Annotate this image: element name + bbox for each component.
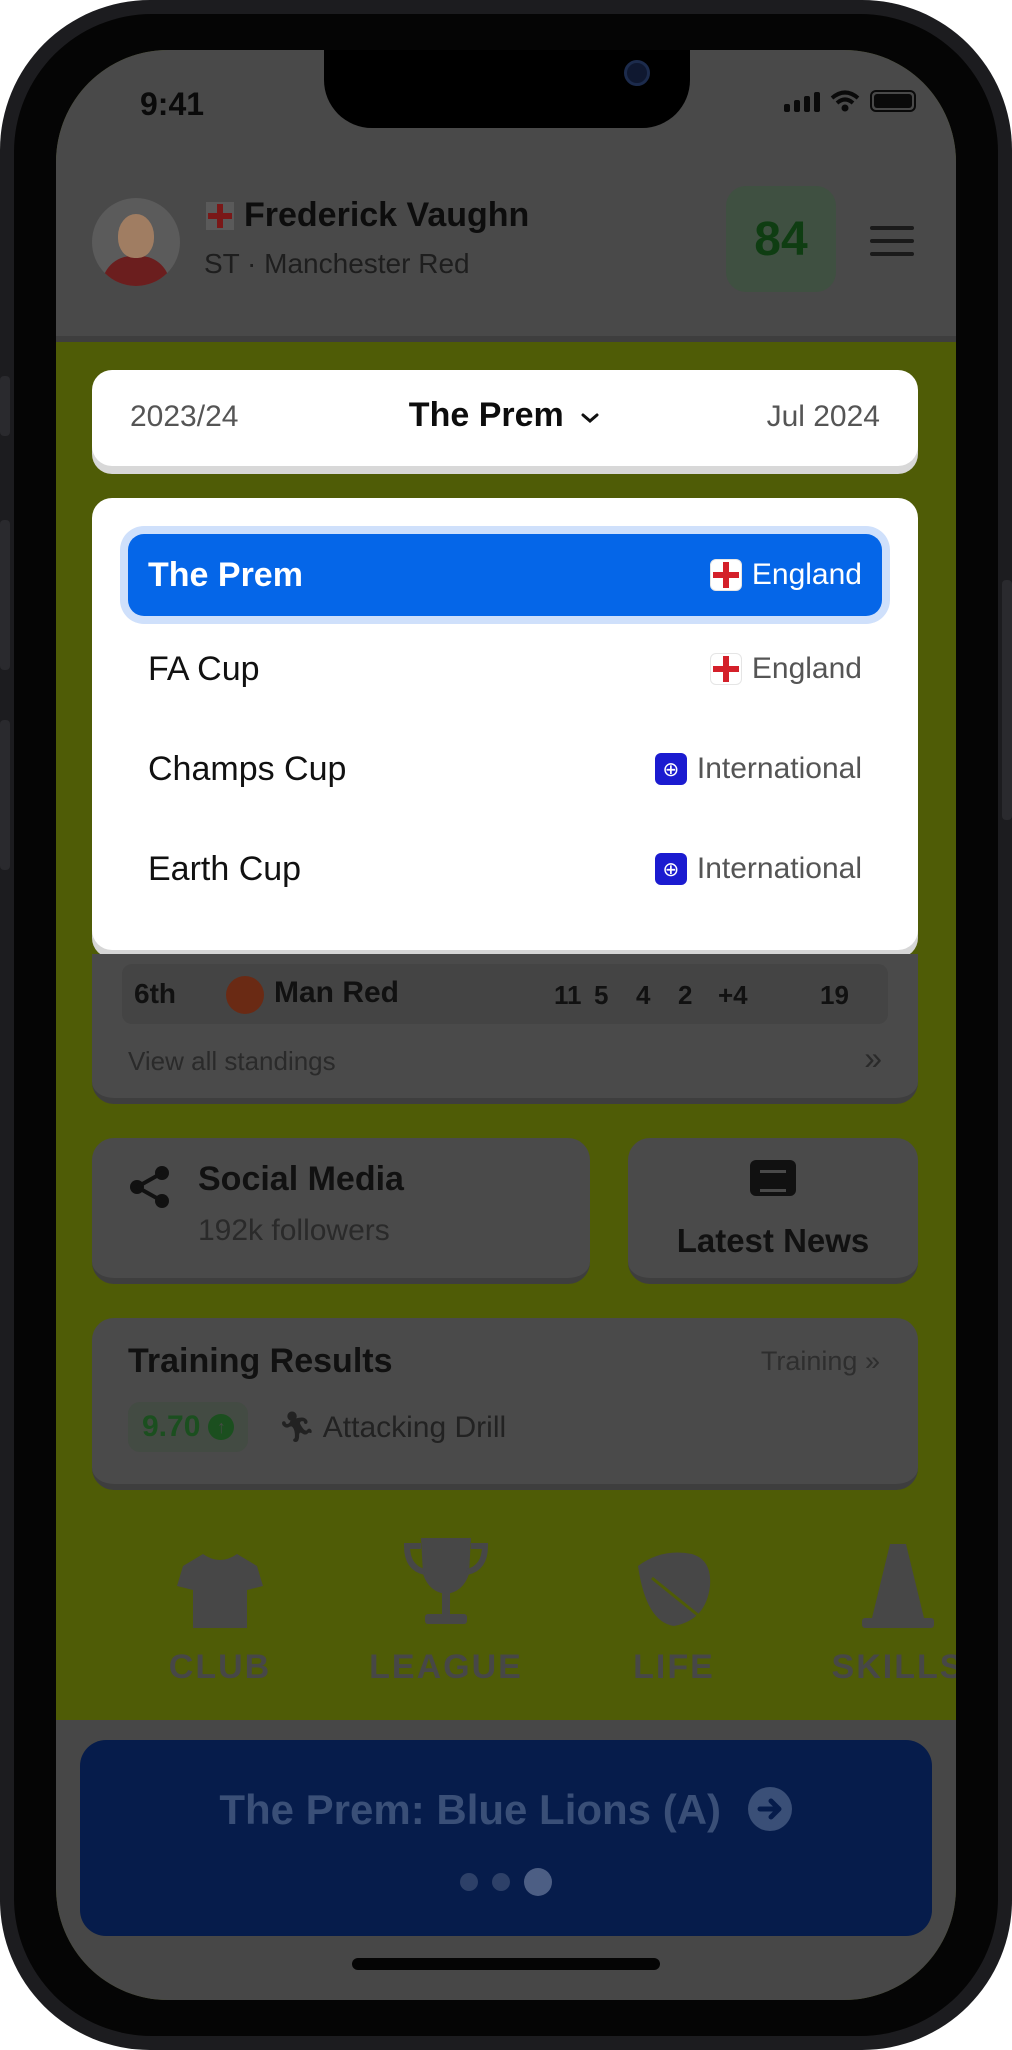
stat-lost: 2 [678,980,693,1010]
competition-name: FA Cup [148,650,260,688]
tab-label: LIFE [633,1648,715,1686]
home-indicator[interactable] [352,1958,660,1970]
avatar[interactable] [92,198,180,286]
competition-region: International [696,752,862,785]
carousel-dot[interactable] [460,1873,478,1891]
training-link-label: Training [760,1346,858,1376]
england-flag-icon [709,559,742,591]
hamburger-menu-icon[interactable] [870,226,914,265]
training-score-badge: 9.70 ↑ [128,1402,249,1452]
tab-skills[interactable]: SKILLS [808,1534,956,1687]
england-flag-icon [709,653,742,685]
competition-label: The Prem [408,396,564,434]
stat-drawn: 4 [636,980,651,1010]
tab-label: CLUB [168,1648,272,1686]
competition-name: The Prem [148,556,303,594]
trophy-icon [403,1538,489,1624]
mute-switch [0,376,10,436]
season-selector-bar: 2023/24 The Prem Jul 2024 [92,370,918,466]
competition-option-fa-cup[interactable]: FA Cup England [128,628,882,710]
arrow-right-circle-icon [747,1787,792,1831]
power-button [1002,580,1012,820]
player-position-club: ST · Manchester Red [204,248,470,279]
carousel-dots [80,1868,932,1896]
competition-region: England [751,558,862,591]
drill-name: Attacking Drill [322,1411,507,1444]
tab-club[interactable]: CLUB [130,1534,310,1687]
tab-league[interactable]: LEAGUE [356,1534,536,1687]
stat-goal-diff: +4 [718,980,748,1010]
profile-header: 9:41 Frederick Vaughn ST · Manchester Re… [56,50,956,342]
standings-row[interactable]: 6th Man Red 11 5 4 2 +4 19 [122,964,888,1024]
training-score: 9.70 [142,1410,201,1443]
club-crest-icon [226,976,264,1014]
screen: 9:41 Frederick Vaughn ST · Manchester Re… [56,50,956,2000]
competition-name: Champs Cup [148,750,347,788]
player-rating: 84 [726,186,836,292]
double-chevron-right-icon[interactable]: » [864,1040,882,1077]
volume-down-button [0,720,10,870]
standings-card: 6th Man Red 11 5 4 2 +4 19 View all stan… [92,954,918,1104]
training-results-card[interactable]: Training Results Training » 9.70 ↑ 🏃︎ At… [92,1318,918,1490]
social-followers: 192k followers [198,1214,390,1247]
competition-region: England [751,652,862,685]
current-date: Jul 2024 [766,400,880,433]
status-time: 9:41 [140,86,205,122]
status-icons [784,90,916,112]
training-link[interactable]: Training » [761,1346,880,1377]
cone-icon [862,1544,934,1628]
tab-label: SKILLS [831,1648,956,1686]
next-match-text: The Prem: Blue Lions (A) [219,1786,722,1833]
leaf-icon [638,1552,711,1626]
team-name: Man Red [274,976,400,1009]
share-icon [130,1166,169,1208]
competition-option-the-prem[interactable]: The Prem England [128,534,882,616]
latest-news-card[interactable]: Latest News [628,1138,918,1284]
newspaper-icon [750,1160,796,1196]
competition-option-earth-cup[interactable]: Earth Cup ⊕ International [128,828,882,910]
social-media-card[interactable]: Social Media 192k followers [92,1138,590,1284]
camera-icon [624,60,650,86]
globe-icon: ⊕ [654,753,687,785]
tab-label: LEAGUE [369,1648,523,1686]
player-name: Frederick Vaughn [244,196,530,234]
training-results-title: Training Results [128,1342,393,1380]
stat-played: 11 [554,980,582,1010]
running-figure-icon: 🏃︎ [278,1411,317,1444]
latest-news-title: Latest News [676,1222,870,1259]
england-flag-icon [206,202,234,230]
volume-up-button [0,520,10,670]
training-drill: 🏃︎ Attacking Drill [278,1410,506,1445]
phone-frame: 9:41 Frederick Vaughn ST · Manchester Re… [0,0,1012,2050]
social-media-title: Social Media [198,1160,404,1198]
competition-option-champs-cup[interactable]: Champs Cup ⊕ International [128,728,882,810]
arrow-up-icon: ↑ [208,1414,235,1440]
chevron-down-icon [581,413,599,423]
double-chevron-right-icon: » [864,1346,880,1376]
stat-won: 5 [594,980,609,1010]
shirt-icon [177,1554,263,1628]
next-match-label: The Prem: Blue Lions (A) [80,1786,932,1834]
competition-region: International [696,852,862,885]
carousel-dot-active[interactable] [524,1868,552,1896]
stat-points: 19 [820,980,849,1010]
dynamic-island [324,50,690,128]
competition-dropdown: The Prem England FA Cup England Champs C… [92,498,918,950]
team-position: 6th [134,978,176,1009]
tab-life[interactable]: LIFE [584,1534,764,1687]
globe-icon: ⊕ [654,853,687,885]
carousel-dot[interactable] [492,1873,510,1891]
battery-icon [870,90,916,112]
view-all-standings-link[interactable]: View all standings [128,1046,336,1077]
competition-name: Earth Cup [148,850,302,888]
signal-icon [784,92,820,112]
wifi-icon [830,90,860,112]
next-match-banner[interactable]: The Prem: Blue Lions (A) [80,1740,932,1936]
